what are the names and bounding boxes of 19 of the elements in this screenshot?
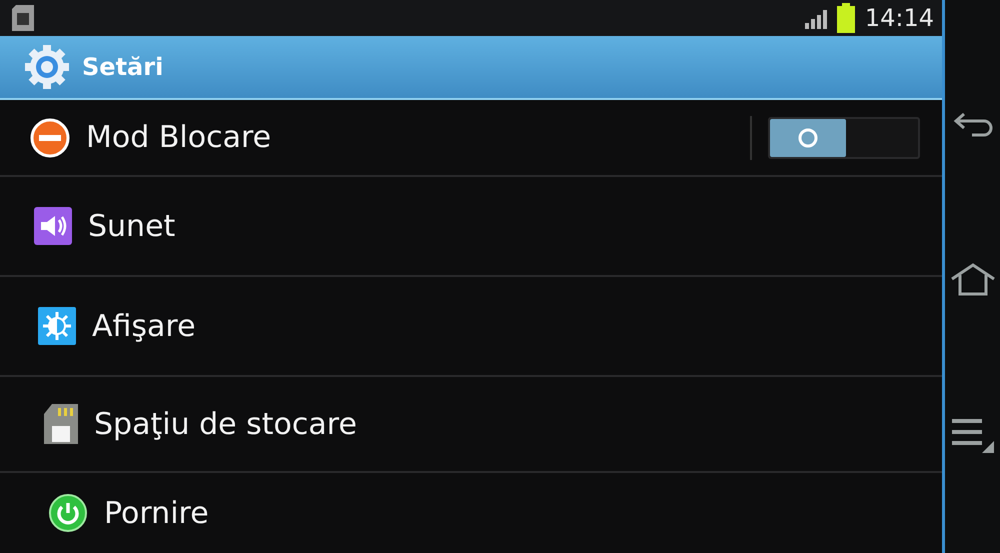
battery-icon <box>836 3 855 33</box>
toggle-switch[interactable] <box>768 116 920 158</box>
item-label: Pornire <box>104 496 210 530</box>
block-icon <box>30 118 70 158</box>
speaker-icon <box>34 207 72 245</box>
brightness-icon <box>38 307 76 345</box>
item-label: Afişare <box>92 308 197 344</box>
home-icon[interactable] <box>948 262 996 296</box>
sd-card-icon <box>44 404 78 444</box>
item-label: Sunet <box>88 208 176 244</box>
item-label: Mod Blocare <box>86 120 272 155</box>
screen-title: Setări <box>82 53 164 81</box>
item-label: Spaţiu de stocare <box>94 406 358 442</box>
menu-icon[interactable] <box>952 416 994 453</box>
clock: 14:14 <box>864 4 934 32</box>
power-icon <box>48 493 88 533</box>
settings-icon[interactable] <box>24 44 70 90</box>
circle-icon <box>797 126 819 148</box>
sim-card-icon <box>10 4 36 32</box>
